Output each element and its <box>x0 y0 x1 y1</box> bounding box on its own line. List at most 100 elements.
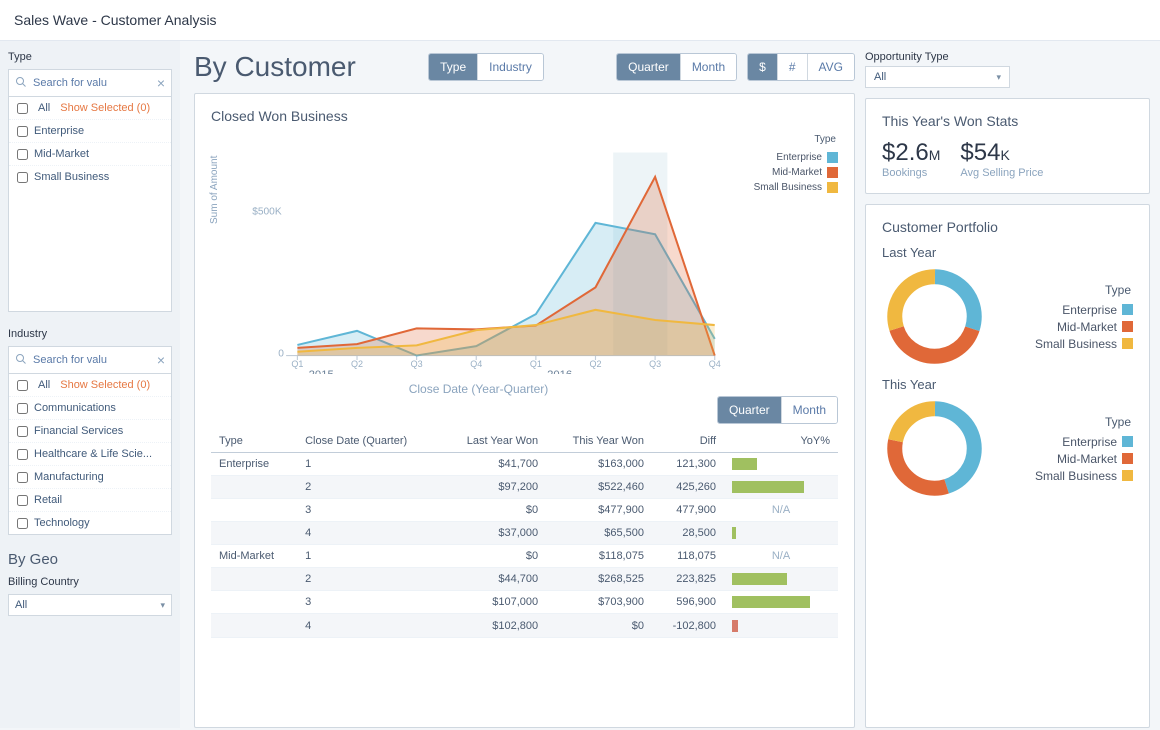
table-row[interactable]: 2$44,700$268,525223,825 <box>211 568 838 591</box>
type-item[interactable]: Mid-Market <box>9 143 171 166</box>
industry-item[interactable]: Manufacturing <box>9 466 171 489</box>
dollar-button[interactable]: $ <box>748 54 778 80</box>
checkbox[interactable] <box>17 149 28 160</box>
svg-text:Q2: Q2 <box>351 359 363 369</box>
legend-label: Enterprise <box>1062 303 1117 317</box>
stat-label: Bookings <box>882 167 940 179</box>
portfolio-title: Customer Portfolio <box>882 219 1133 235</box>
legend-label: Enterprise <box>1062 435 1117 449</box>
industry-button[interactable]: Industry <box>478 54 543 80</box>
yoy-cell <box>724 614 838 637</box>
table-cell: $97,200 <box>440 476 546 499</box>
stat-value: $2.6 <box>882 139 929 166</box>
industry-item[interactable]: Financial Services <box>9 420 171 443</box>
legend-item: Mid-Market <box>1057 452 1133 466</box>
table-cell: 477,900 <box>652 499 724 522</box>
type-button[interactable]: Type <box>429 54 478 80</box>
table-row[interactable]: 4$37,000$65,50028,500 <box>211 522 838 545</box>
legend-swatch <box>1122 453 1133 464</box>
table-row[interactable]: 3$0$477,900477,900N/A <box>211 499 838 522</box>
closed-won-card: Closed Won Business Sum of Amount $500K … <box>194 93 855 728</box>
svg-text:Q3: Q3 <box>649 359 661 369</box>
yoy-cell <box>724 453 838 476</box>
industry-search-input[interactable] <box>33 354 151 366</box>
stat-label: Avg Selling Price <box>960 167 1043 179</box>
table-cell: 425,260 <box>652 476 724 499</box>
checkbox[interactable] <box>17 495 28 506</box>
checkbox[interactable] <box>17 126 28 137</box>
select-value: All <box>874 71 886 83</box>
industry-show-selected[interactable]: Show Selected (0) <box>60 379 150 391</box>
table-header[interactable]: Last Year Won <box>440 430 546 453</box>
checkbox[interactable] <box>17 426 28 437</box>
filter-item-label: Technology <box>34 517 90 529</box>
table-cell <box>211 568 297 591</box>
legend-label: Mid-Market <box>1057 452 1117 466</box>
table-cell <box>211 499 297 522</box>
table-row[interactable]: Enterprise1$41,700$163,000121,300 <box>211 453 838 476</box>
type-all-checkbox[interactable] <box>17 103 28 114</box>
type-search[interactable]: × <box>8 69 172 97</box>
checkbox[interactable] <box>17 172 28 183</box>
table-row[interactable]: Mid-Market1$0$118,075118,075N/A <box>211 545 838 568</box>
count-button[interactable]: # <box>778 54 808 80</box>
legend-swatch <box>1122 436 1133 447</box>
table-cell: $163,000 <box>546 453 652 476</box>
table-row[interactable]: 2$97,200$522,460425,260 <box>211 476 838 499</box>
table-cell: 3 <box>297 499 440 522</box>
close-icon[interactable]: × <box>157 352 165 368</box>
table-cell: $0 <box>440 499 546 522</box>
checkbox[interactable] <box>17 472 28 483</box>
table-header[interactable]: Diff <box>652 430 724 453</box>
type-filter-label: Type <box>8 51 172 63</box>
checkbox[interactable] <box>17 518 28 529</box>
quarter-button[interactable]: Quarter <box>617 54 681 80</box>
industry-item[interactable]: Technology <box>9 512 171 534</box>
stat-unit: K <box>1000 147 1009 163</box>
billing-country-select[interactable]: All ▾ <box>8 594 172 616</box>
table-cell: $703,900 <box>546 591 652 614</box>
legend-item: Small Business <box>1035 337 1133 351</box>
opp-type-select[interactable]: All ▾ <box>865 66 1010 88</box>
checkbox[interactable] <box>17 403 28 414</box>
filter-item-label: Small Business <box>34 171 109 183</box>
industry-item[interactable]: Healthcare & Life Scie... <box>9 443 171 466</box>
table-row[interactable]: 3$107,000$703,900596,900 <box>211 591 838 614</box>
filter-item-label: Healthcare & Life Scie... <box>34 448 152 460</box>
svg-text:$500K: $500K <box>252 207 282 218</box>
table-header[interactable]: Close Date (Quarter) <box>297 430 440 453</box>
table-header[interactable]: This Year Won <box>546 430 652 453</box>
industry-all-checkbox[interactable] <box>17 380 28 391</box>
checkbox[interactable] <box>17 449 28 460</box>
type-all-label[interactable]: All <box>38 102 50 114</box>
type-item[interactable]: Enterprise <box>9 120 171 143</box>
table-row[interactable]: 4$102,800$0-102,800 <box>211 614 838 637</box>
avg-button[interactable]: AVG <box>808 54 854 80</box>
type-item[interactable]: Small Business <box>9 166 171 188</box>
billing-country-label: Billing Country <box>8 576 172 588</box>
legend-swatch <box>1122 338 1133 349</box>
type-show-selected[interactable]: Show Selected (0) <box>60 102 150 114</box>
table-cell: 3 <box>297 591 440 614</box>
legend-label: Mid-Market <box>1057 320 1117 334</box>
y-axis-label: Sum of Amount <box>209 156 220 224</box>
industry-item[interactable]: Communications <box>9 397 171 420</box>
industry-all-label[interactable]: All <box>38 379 50 391</box>
table-header[interactable]: Type <box>211 430 297 453</box>
donut-last-year <box>882 264 987 369</box>
table-cell: $37,000 <box>440 522 546 545</box>
table-header[interactable]: YoY% <box>724 430 838 453</box>
industry-item[interactable]: Retail <box>9 489 171 512</box>
close-icon[interactable]: × <box>157 75 165 91</box>
type-filter-list: All Show Selected (0) Enterprise Mid-Mar… <box>8 97 172 312</box>
industry-filter-label: Industry <box>8 328 172 340</box>
area-chart: $500K 0 Q1Q2Q3Q4Q1Q2Q3Q420152016 <box>241 134 726 374</box>
table-quarter-button[interactable]: Quarter <box>718 397 782 423</box>
type-search-input[interactable] <box>33 77 151 89</box>
svg-text:Q3: Q3 <box>411 359 423 369</box>
month-button[interactable]: Month <box>681 54 736 80</box>
chevron-down-icon: ▾ <box>160 600 165 611</box>
table-cell: 28,500 <box>652 522 724 545</box>
table-month-button[interactable]: Month <box>782 397 837 423</box>
industry-search[interactable]: × <box>8 346 172 374</box>
